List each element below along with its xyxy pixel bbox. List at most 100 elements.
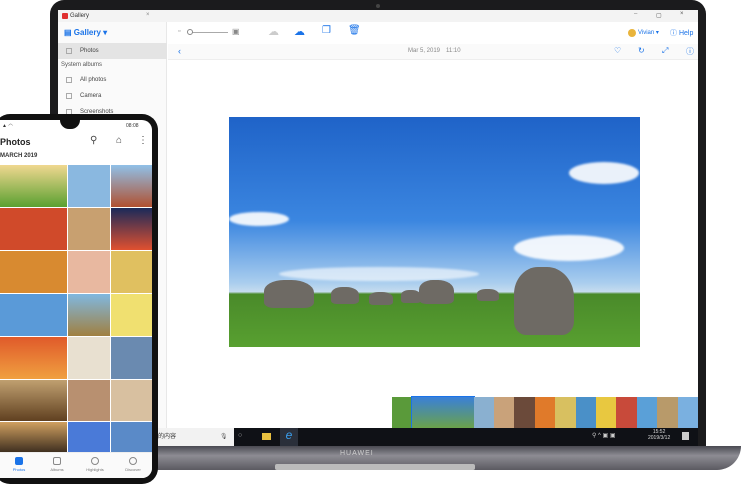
edge-icon[interactable]: e — [280, 428, 298, 446]
thumbnail[interactable] — [392, 397, 413, 428]
file-explorer-icon[interactable] — [262, 433, 271, 440]
photo-thumbnail[interactable] — [111, 294, 152, 336]
photo-thumbnail[interactable] — [111, 165, 152, 207]
photo-thumbnail[interactable] — [111, 208, 152, 250]
close-icon[interactable]: × — [680, 11, 684, 17]
toolbar: ▫ ▣ ☁ ☁ ❐ 🗑 Vivian ▾ ⓘ Help — [168, 22, 698, 44]
favorite-icon[interactable]: ♡ — [614, 46, 621, 55]
photo-thumbnail[interactable] — [0, 165, 67, 207]
photo-icon — [66, 48, 72, 54]
thumbnail[interactable] — [494, 397, 515, 428]
nav-albums[interactable]: Albums — [38, 453, 76, 478]
tab-title[interactable]: Gallery — [70, 13, 89, 19]
cloud — [229, 212, 289, 226]
thumbnail[interactable] — [575, 397, 597, 428]
albums-icon — [53, 457, 61, 465]
avatar[interactable] — [628, 29, 636, 37]
main-photo[interactable] — [229, 117, 640, 347]
phone-title: Photos — [0, 137, 31, 147]
search-icon[interactable]: ⚲ — [90, 135, 97, 146]
help-link[interactable]: ⓘ Help — [670, 28, 693, 38]
thumbnail[interactable] — [677, 397, 698, 428]
thumbnail[interactable] — [514, 397, 535, 428]
discover-icon — [129, 457, 137, 465]
photo-thumbnail[interactable] — [0, 294, 67, 336]
webcam — [376, 4, 380, 8]
thumbnail[interactable] — [636, 397, 658, 428]
clock[interactable]: 15:52 2019/3/12 — [648, 429, 670, 441]
photo-thumbnail[interactable] — [68, 380, 110, 421]
filmstrip[interactable] — [392, 396, 698, 429]
photo-thumbnail[interactable] — [68, 208, 110, 250]
photo-thumbnail[interactable] — [0, 337, 67, 379]
thumbnail[interactable] — [473, 397, 495, 428]
rotate-icon[interactable]: ↻ — [638, 46, 645, 55]
info-icon[interactable]: ⓘ — [686, 46, 694, 57]
elephant — [331, 287, 359, 304]
thumbnail[interactable] — [534, 397, 556, 428]
nav-highlights[interactable]: Highlights — [76, 453, 114, 478]
photo-thumbnail[interactable] — [111, 422, 152, 452]
slider-thumb[interactable] — [187, 29, 193, 35]
photo-thumbnail[interactable] — [68, 337, 110, 379]
elephant — [419, 280, 454, 304]
more-icon[interactable]: ⋮ — [138, 135, 148, 146]
trash-icon[interactable]: 🗑 — [348, 25, 361, 36]
viewer-bar: ‹ Mar 5, 2019 11:10 ♡ ↻ ⤢ ⓘ — [168, 44, 698, 60]
photo-thumbnail[interactable] — [111, 380, 152, 421]
status-time: 08:08 — [126, 123, 139, 129]
task-view-icon[interactable]: ○ — [238, 432, 242, 439]
notification-icon[interactable] — [682, 432, 689, 440]
camera-icon — [66, 93, 72, 99]
microphone-icon[interactable]: 🎙 — [220, 428, 228, 446]
app-menu[interactable]: ▤ Gallery ▾ — [64, 28, 107, 37]
signal-icon: ▲ ◠ — [2, 123, 13, 129]
thumbnail[interactable] — [616, 397, 637, 428]
photo-thumbnail[interactable] — [0, 251, 67, 293]
photo-thumbnail[interactable] — [111, 337, 152, 379]
tab-close-icon[interactable]: × — [146, 12, 150, 18]
cloud — [514, 235, 624, 261]
thumbnail[interactable] — [657, 397, 678, 428]
app-icon — [62, 13, 68, 19]
thumbnail[interactable] — [555, 397, 576, 428]
photo-thumbnail[interactable] — [111, 251, 152, 293]
section-label: System albums — [61, 62, 103, 68]
photo-thumbnail[interactable] — [0, 380, 67, 421]
tray-icons[interactable]: ⚲ ^ ▣ ▣ — [592, 432, 616, 439]
sidebar-item-photos[interactable]: Photos — [58, 43, 167, 59]
photo-thumbnail[interactable] — [68, 251, 110, 293]
copy-icon[interactable]: ❐ — [322, 25, 331, 36]
download-cloud-icon[interactable]: ☁ — [294, 25, 305, 38]
photo-thumbnail[interactable] — [68, 165, 110, 207]
photo-thumbnail[interactable] — [68, 422, 110, 452]
phone-screen: ▲ ◠ 08:08 Photos ⚲ ⌂ ⋮ MARCH 2019 Photos… — [0, 120, 152, 478]
nav-discover[interactable]: Discover — [114, 453, 152, 478]
minimize-icon[interactable]: – — [634, 11, 637, 17]
photo-thumbnail[interactable] — [0, 422, 67, 452]
fullscreen-icon[interactable]: ⤢ — [662, 46, 668, 56]
photo-thumbnail[interactable] — [0, 208, 67, 250]
nav-photos[interactable]: Photos — [0, 453, 38, 478]
photo-time: 11:10 — [446, 48, 461, 54]
thumbnail[interactable] — [596, 397, 617, 428]
album-camera[interactable]: Camera — [58, 88, 167, 104]
thumbnail-selected[interactable] — [411, 396, 475, 429]
elephant — [264, 280, 314, 308]
zoom-slider[interactable] — [188, 32, 228, 33]
brand-logo: HUAWEI — [340, 450, 374, 457]
cloud — [569, 162, 639, 184]
album-add-icon[interactable]: ⌂ — [116, 135, 122, 146]
upload-cloud-icon[interactable]: ☁ — [268, 25, 279, 38]
elephant — [514, 267, 574, 335]
user-menu[interactable]: Vivian ▾ — [638, 29, 659, 36]
photo-thumbnail[interactable] — [68, 294, 110, 336]
cloud — [279, 267, 479, 281]
maximize-icon[interactable]: ▢ — [656, 12, 662, 19]
elephant — [401, 290, 421, 303]
album-all-photos[interactable]: All photos — [58, 72, 167, 88]
back-icon[interactable]: ‹ — [178, 46, 181, 56]
highlights-icon — [91, 457, 99, 465]
chevron-down-icon: ▾ — [103, 28, 108, 37]
photo-date: Mar 5, 2019 — [408, 48, 441, 54]
